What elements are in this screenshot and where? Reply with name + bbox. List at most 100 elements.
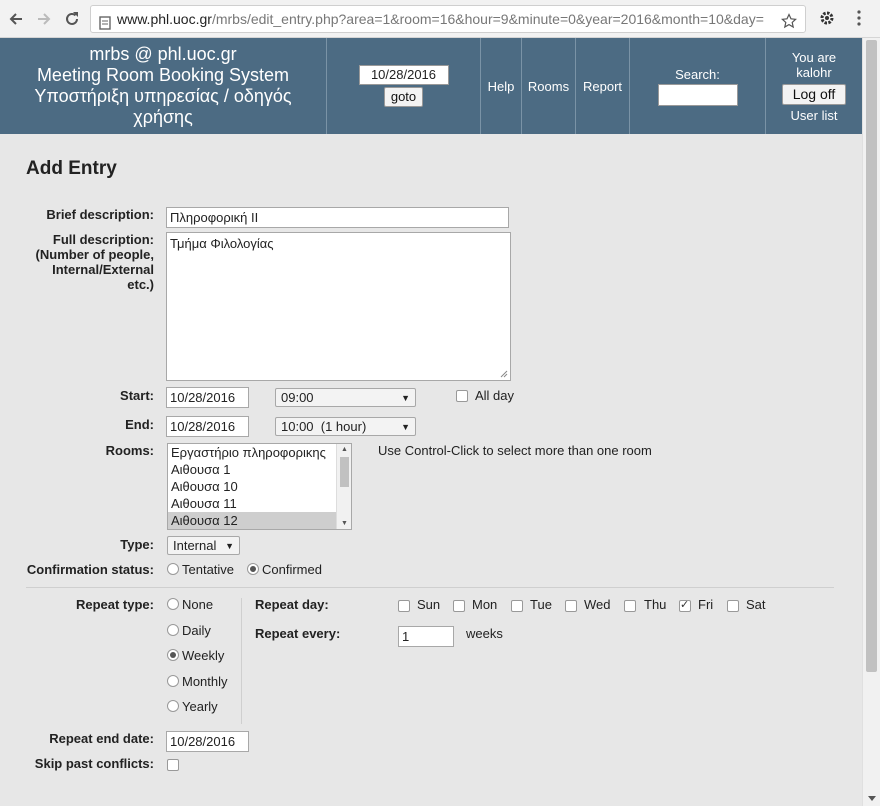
day-sat-checkbox[interactable] [727, 600, 739, 612]
site-title-line3[interactable]: Υποστήριξη υπηρεσίας / οδηγός [34, 86, 291, 107]
user-greeting: You are [791, 49, 837, 65]
room-option-selected[interactable]: Αιθουσα 12 [168, 512, 351, 529]
day-thu-checkbox[interactable] [624, 600, 636, 612]
goto-form: 10/28/2016 goto [326, 38, 480, 134]
full-description-label: Full description: (Number of people, Int… [14, 232, 154, 292]
repeat-end-date-label: Repeat end date: [49, 731, 154, 746]
rooms-scrollbar-thumb[interactable] [340, 457, 349, 487]
nav-help-link[interactable]: Help [488, 79, 515, 94]
rooms-scrollbar[interactable]: ▲ ▼ [336, 444, 351, 529]
tentative-label: Tentative [182, 562, 235, 577]
day-tue-checkbox[interactable] [511, 600, 523, 612]
browser-menu-icon[interactable] [852, 9, 866, 30]
goto-button[interactable]: goto [383, 87, 424, 107]
url-path: /mrbs/edit_entry.php?area=1&room=16&hour… [211, 11, 764, 27]
page-scrollbar[interactable] [862, 38, 880, 806]
end-time-select[interactable]: 10:00 (1 hour) ▼ [275, 417, 416, 436]
day-sun-label: Sun [417, 597, 441, 612]
search-input[interactable] [657, 83, 738, 106]
site-title[interactable]: mrbs @ phl.uoc.gr Meeting Room Booking S… [0, 38, 326, 134]
repeat-every-label: Repeat every: [255, 626, 341, 641]
type-value: Internal [173, 538, 217, 553]
goto-date-input[interactable]: 10/28/2016 [358, 65, 449, 85]
day-sat-label: Sat [746, 597, 766, 612]
site-title-line1[interactable]: mrbs @ phl.uoc.gr [89, 44, 236, 65]
room-option[interactable]: Εργαστήριο πληροφορικης [168, 444, 351, 461]
skip-past-conflicts-checkbox[interactable] [167, 759, 179, 771]
start-date-input[interactable]: 10/28/2016 [166, 387, 249, 408]
repeat-monthly-radio[interactable] [167, 675, 179, 687]
user-panel: You are kalohr Log off User list [765, 38, 862, 134]
all-day-checkbox[interactable] [456, 390, 468, 402]
nav-help-cell: Help [480, 38, 521, 134]
scroll-up-icon[interactable]: ▲ [341, 446, 348, 453]
day-wed-label: Wed [584, 597, 611, 612]
nav-rooms-link[interactable]: Rooms [528, 79, 569, 94]
scroll-down-icon[interactable] [868, 796, 876, 802]
day-mon-checkbox[interactable] [453, 600, 465, 612]
resize-handle-icon[interactable] [499, 369, 508, 378]
scroll-down-icon[interactable]: ▼ [341, 520, 348, 527]
nav-report-link[interactable]: Report [583, 79, 622, 94]
confirmed-radio[interactable] [247, 563, 259, 575]
repeat-daily-radio[interactable] [167, 624, 179, 636]
full-description-label-line3: Internal/External [52, 262, 154, 277]
brief-description-input[interactable]: Πληροφορική ΙΙ [166, 207, 509, 228]
page-scrollbar-thumb[interactable] [866, 40, 877, 672]
brief-description-label: Brief description: [46, 207, 154, 222]
room-option[interactable]: Αιθουσα 1 [168, 461, 351, 478]
chevron-down-icon: ▼ [225, 541, 234, 551]
reload-icon[interactable] [61, 8, 83, 30]
bookmark-star-icon[interactable] [781, 11, 797, 32]
extension-gear-icon[interactable] [818, 9, 836, 30]
rooms-listbox[interactable]: Εργαστήριο πληροφορικης Αιθουσα 1 Αιθουσ… [167, 443, 352, 530]
end-label: End: [125, 417, 154, 432]
repeat-section-divider [26, 587, 834, 588]
repeat-yearly-radio[interactable] [167, 700, 179, 712]
start-label: Start: [120, 388, 154, 403]
full-description-text: Τμήμα Φιλολογίας [170, 236, 274, 251]
repeat-end-date-input[interactable]: 10/28/2016 [166, 731, 249, 752]
page-title: Add Entry [26, 158, 117, 179]
forward-icon[interactable] [33, 8, 55, 30]
back-icon[interactable] [5, 8, 27, 30]
site-header: mrbs @ phl.uoc.gr Meeting Room Booking S… [0, 38, 862, 134]
confirmed-label: Confirmed [262, 562, 322, 577]
day-fri-checkbox[interactable] [679, 598, 691, 612]
repeat-every-input[interactable]: 1 [398, 626, 454, 647]
logoff-button[interactable]: Log off [781, 83, 847, 105]
full-description-label-line1: Full description: [52, 232, 154, 247]
repeat-yearly-label: Yearly [182, 699, 218, 714]
full-description-label-line4: etc.) [127, 277, 154, 292]
user-list-link[interactable]: User list [791, 108, 838, 123]
start-time-value: 09:00 [281, 390, 314, 405]
day-wed-checkbox[interactable] [565, 600, 577, 612]
tentative-radio[interactable] [167, 563, 179, 575]
end-date-input[interactable]: 10/28/2016 [166, 416, 249, 437]
day-tue-label: Tue [530, 597, 552, 612]
repeat-none-radio[interactable] [167, 598, 179, 610]
room-option[interactable]: Αιθουσα 10 [168, 478, 351, 495]
all-day-label: All day [475, 388, 515, 403]
repeat-day-label: Repeat day: [255, 597, 329, 612]
repeat-monthly-label: Monthly [182, 674, 228, 689]
repeat-daily-label: Daily [182, 623, 211, 638]
end-time-value: 10:00 (1 hour) [281, 419, 367, 434]
search-label: Search: [675, 66, 720, 82]
type-select[interactable]: Internal ▼ [167, 536, 240, 555]
site-title-line4[interactable]: χρήσης [133, 107, 193, 128]
repeat-column-divider [241, 598, 242, 724]
day-mon-label: Mon [472, 597, 498, 612]
rooms-hint: Use Control-Click to select more than on… [378, 443, 652, 458]
day-sun-checkbox[interactable] [398, 600, 410, 612]
full-description-textarea[interactable]: Τμήμα Φιλολογίας [166, 232, 511, 381]
address-bar[interactable]: www.phl.uoc.gr/mrbs/edit_entry.php?area=… [90, 5, 806, 33]
page-info-icon[interactable] [98, 12, 112, 32]
search-form: Search: [629, 38, 765, 134]
repeat-weekly-radio[interactable] [167, 649, 179, 661]
start-time-select[interactable]: 09:00 ▼ [275, 388, 416, 407]
full-description-label-line2: (Number of people, [35, 247, 154, 262]
site-title-line2[interactable]: Meeting Room Booking System [37, 65, 289, 86]
room-option[interactable]: Αιθουσα 11 [168, 495, 351, 512]
browser-toolbar: www.phl.uoc.gr/mrbs/edit_entry.php?area=… [0, 0, 880, 38]
